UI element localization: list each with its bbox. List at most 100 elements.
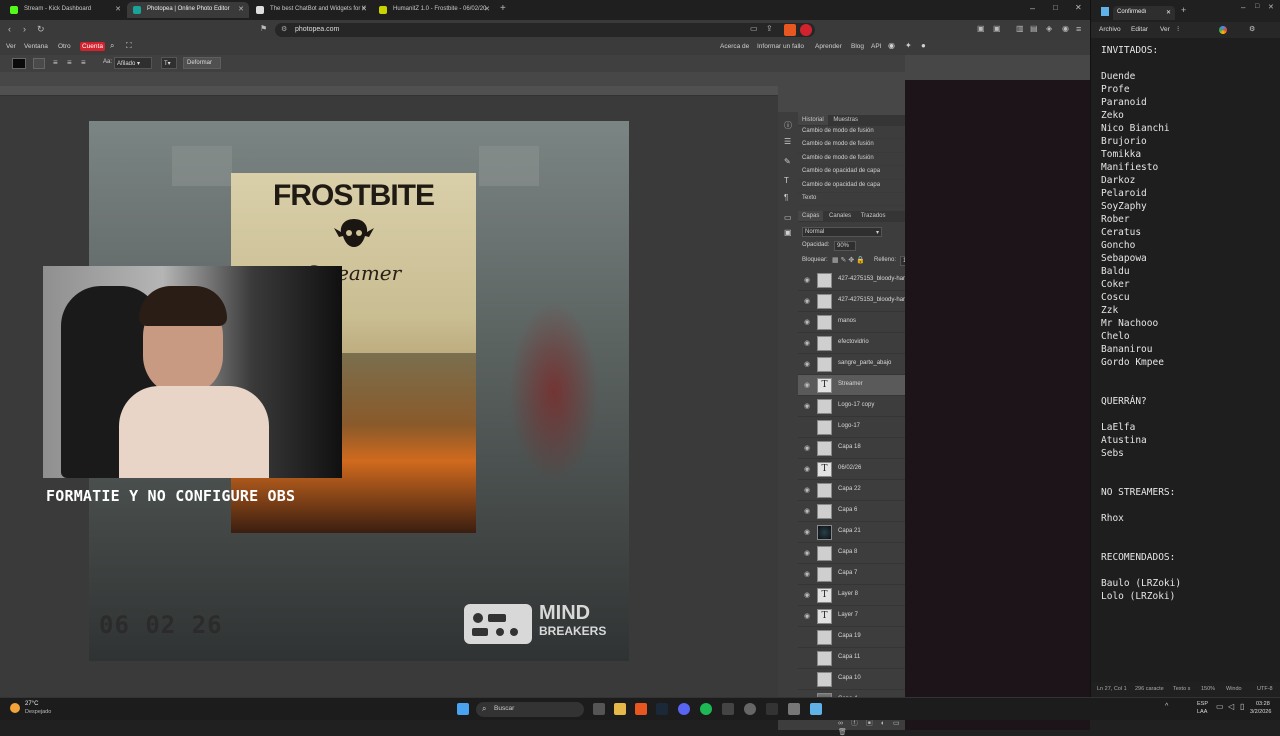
forward-icon[interactable]: › xyxy=(23,24,26,34)
taskbar-search[interactable]: ⌕ Buscar xyxy=(476,702,584,717)
facebook-icon[interactable]: ● xyxy=(921,41,926,50)
windows-start-icon[interactable] xyxy=(457,703,469,715)
notepad-icon[interactable] xyxy=(810,703,822,715)
steam-icon[interactable] xyxy=(656,703,668,715)
tab-chatbot[interactable]: The best ChatBot and Widgets for K ✕ xyxy=(250,2,372,18)
reddit-icon[interactable]: ◉ xyxy=(888,41,895,50)
close-window-button[interactable]: ✕ xyxy=(1268,3,1274,11)
tab-confirmed[interactable]: Confirmedı ✕ xyxy=(1113,6,1175,20)
url-input[interactable]: ⚙ photopea.com xyxy=(275,23,815,37)
visibility-eye-icon[interactable]: ◉ xyxy=(804,444,812,452)
properties-icon[interactable]: ☰ xyxy=(784,137,791,146)
visibility-eye-icon[interactable]: ◉ xyxy=(804,360,812,368)
weather-icon[interactable] xyxy=(10,703,20,713)
align-right-icon[interactable]: ≡ xyxy=(81,58,86,67)
task-view-icon[interactable] xyxy=(593,703,605,715)
menu-otro[interactable]: Otro xyxy=(58,43,71,50)
obs-icon[interactable] xyxy=(744,703,756,715)
background-color-swatch[interactable] xyxy=(33,58,45,69)
clock-time[interactable]: 03:28 xyxy=(1256,701,1270,707)
settings-icon[interactable] xyxy=(788,703,800,715)
notepad-text[interactable]: INVITADOS: Duende Profe Paranoid Zeko Ni… xyxy=(1101,44,1276,603)
format-icon[interactable]: ⁝ xyxy=(1177,25,1179,33)
visibility-eye-icon[interactable]: ◉ xyxy=(804,402,812,410)
settings-icon[interactable]: ⚙ xyxy=(1249,25,1255,33)
menu-informar[interactable]: Informar un fallo xyxy=(757,43,804,50)
menu-ver[interactable]: Ver xyxy=(6,43,16,50)
text-orientation-select[interactable]: T▾ xyxy=(161,57,177,69)
menu-cuenta[interactable]: Cuenta xyxy=(80,42,105,51)
maximize-button[interactable]: □ xyxy=(1255,3,1259,10)
share-icon[interactable]: ⇪ xyxy=(766,24,773,33)
menu-ver[interactable]: Ver xyxy=(1160,26,1170,33)
tab-capas[interactable]: Capas xyxy=(798,211,824,221)
visibility-eye-icon[interactable]: ◉ xyxy=(804,528,812,536)
visibility-eye-icon[interactable]: ◉ xyxy=(804,570,812,578)
menu-editar[interactable]: Editar xyxy=(1131,26,1148,33)
image-icon[interactable]: ▣ xyxy=(784,228,792,237)
visibility-eye-icon[interactable]: ◉ xyxy=(804,297,812,305)
menu-archivo[interactable]: Archivo xyxy=(1099,26,1121,33)
visibility-eye-icon[interactable]: ◉ xyxy=(804,507,812,515)
maximize-button[interactable]: □ xyxy=(1053,3,1058,12)
swatches-icon[interactable]: ▭ xyxy=(784,213,792,222)
brave-shield-icon[interactable] xyxy=(784,24,796,36)
visibility-eye-icon[interactable]: ◉ xyxy=(804,339,812,347)
menu-api[interactable]: API xyxy=(871,43,881,50)
tab-kick-dashboard[interactable]: Stream - Kick Dashboard ✕ xyxy=(4,2,126,18)
menu-icon[interactable]: ≡ xyxy=(1076,24,1081,34)
search-icon[interactable]: ⌕ xyxy=(110,41,114,51)
tray-chevron-icon[interactable]: ^ xyxy=(1165,703,1168,710)
deform-button[interactable]: Deformar xyxy=(183,57,221,69)
visibility-eye-icon[interactable] xyxy=(804,675,812,683)
extension-icon[interactable]: ▣ xyxy=(993,24,1001,33)
menu-ventana[interactable]: Ventana xyxy=(24,43,48,50)
tab-canales[interactable]: Canales xyxy=(825,211,855,221)
spotify-icon[interactable] xyxy=(700,703,712,715)
new-tab-button[interactable]: + xyxy=(500,3,506,14)
copilot-icon[interactable] xyxy=(1219,26,1227,34)
info-icon[interactable]: ⓘ xyxy=(784,120,792,131)
clock-date[interactable]: 3/2/2026 xyxy=(1250,709,1271,715)
fullscreen-icon[interactable]: ⛶ xyxy=(126,41,132,51)
visibility-eye-icon[interactable] xyxy=(804,633,812,641)
twitter-icon[interactable]: ✦ xyxy=(905,41,912,50)
tab-muestras[interactable]: Muestras xyxy=(829,115,862,125)
wallet-icon[interactable]: ▤ xyxy=(1030,24,1038,33)
site-info-icon[interactable]: ⚙ xyxy=(281,25,287,33)
antialias-select[interactable]: Afilado ▾ xyxy=(114,57,152,69)
align-center-icon[interactable]: ≡ xyxy=(67,58,72,67)
file-explorer-icon[interactable] xyxy=(614,703,626,715)
battery-icon[interactable]: ▯ xyxy=(1240,702,1244,711)
language-indicator[interactable]: ESP xyxy=(1197,701,1208,707)
visibility-eye-icon[interactable]: ◉ xyxy=(804,549,812,557)
tab-trazados[interactable]: Trazados xyxy=(857,211,890,221)
visibility-eye-icon[interactable]: ◉ xyxy=(804,612,812,620)
visibility-eye-icon[interactable]: ◉ xyxy=(804,381,812,389)
visibility-eye-icon[interactable]: ◉ xyxy=(804,591,812,599)
brave-rewards-icon[interactable] xyxy=(800,24,812,36)
align-left-icon[interactable]: ≡ xyxy=(53,58,58,67)
reload-icon[interactable]: ↻ xyxy=(37,24,45,35)
brush-icon[interactable]: ✎ xyxy=(784,157,791,166)
minimize-button[interactable]: – xyxy=(1030,3,1035,13)
close-icon[interactable]: ✕ xyxy=(1166,9,1171,16)
extension-icon[interactable]: ▣ xyxy=(977,24,985,33)
visibility-eye-icon[interactable]: ◉ xyxy=(804,486,812,494)
lock-icons[interactable]: ▦ ✎ ✥ 🔒 xyxy=(832,256,865,264)
close-icon[interactable]: ✕ xyxy=(238,5,244,13)
close-icon[interactable]: ✕ xyxy=(484,5,490,13)
paragraph-icon[interactable]: ¶ xyxy=(784,193,788,202)
bookmark-icon[interactable]: ⚑ xyxy=(260,24,267,33)
app-icon[interactable] xyxy=(766,703,778,715)
discord-icon[interactable] xyxy=(678,703,690,715)
blend-mode-select[interactable]: Normal ▾ xyxy=(802,227,882,237)
opacity-input[interactable]: 90% xyxy=(834,241,856,251)
minimize-button[interactable]: – xyxy=(1241,3,1245,12)
visibility-eye-icon[interactable]: ◉ xyxy=(804,465,812,473)
tab-photopea[interactable]: Photopea | Online Photo Editor ✕ xyxy=(127,2,249,18)
leo-icon[interactable]: ◈ xyxy=(1046,24,1052,33)
screenshot-icon[interactable]: ▭ xyxy=(750,24,758,33)
tab-humanitz[interactable]: HumanitZ 1.0 - Frostbite - 06/02/20 ✕ xyxy=(373,2,495,18)
back-icon[interactable]: ‹ xyxy=(8,24,11,34)
